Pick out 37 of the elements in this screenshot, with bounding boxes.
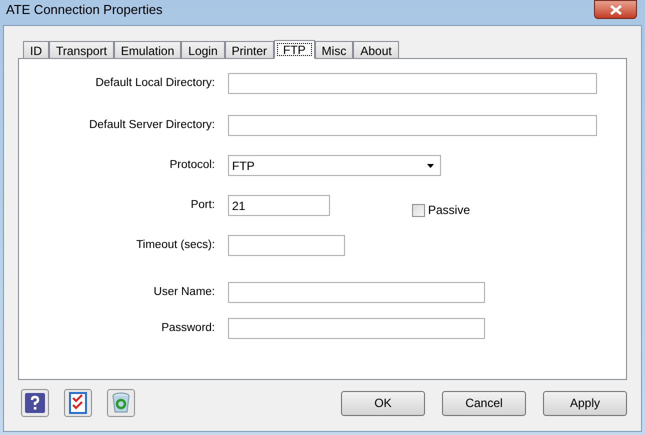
field-label: Default Server Directory: xyxy=(88,118,215,133)
tab[interactable]: ID xyxy=(23,41,49,58)
input-field[interactable] xyxy=(228,115,597,136)
dialog-button[interactable]: Apply xyxy=(543,390,627,416)
window-title: ATE Connection Properties xyxy=(6,1,163,20)
close-icon xyxy=(610,4,622,14)
close-button[interactable] xyxy=(594,0,637,19)
checklist-icon xyxy=(69,392,87,414)
field-label: Protocol: xyxy=(168,158,215,173)
help-button[interactable] xyxy=(21,389,49,417)
recycle-bin-icon xyxy=(112,392,130,414)
tab[interactable]: Login xyxy=(181,41,225,58)
field-label: Timeout (secs): xyxy=(135,238,215,253)
tab[interactable]: Misc xyxy=(314,41,354,58)
checkbox[interactable] xyxy=(412,204,425,216)
tab[interactable]: Emulation xyxy=(114,41,182,58)
input-field[interactable]: 21 xyxy=(228,195,330,216)
input-field[interactable] xyxy=(228,318,485,339)
input-field[interactable] xyxy=(228,73,597,94)
checklist-button[interactable] xyxy=(64,389,92,417)
dropdown-arrow-icon xyxy=(427,164,434,168)
input-field[interactable] xyxy=(228,282,485,303)
tab[interactable]: Transport xyxy=(49,41,114,58)
input-field[interactable] xyxy=(228,235,345,256)
dialog-button[interactable]: OK xyxy=(341,390,425,416)
help-icon xyxy=(25,393,45,413)
field-label: Password: xyxy=(160,320,215,336)
dialog-button[interactable]: Cancel xyxy=(442,390,526,416)
field-label: User Name: xyxy=(152,284,215,300)
tab[interactable]: Printer xyxy=(224,41,274,58)
recycle-bin-button[interactable] xyxy=(107,389,135,417)
field-label: Port: xyxy=(190,198,215,213)
protocol-dropdown[interactable]: FTP xyxy=(228,155,441,176)
tab[interactable]: FTP xyxy=(274,40,315,59)
field-label: Default Local Directory: xyxy=(94,76,215,91)
checkbox-label: Passive xyxy=(428,202,470,219)
tab[interactable]: About xyxy=(353,41,399,58)
